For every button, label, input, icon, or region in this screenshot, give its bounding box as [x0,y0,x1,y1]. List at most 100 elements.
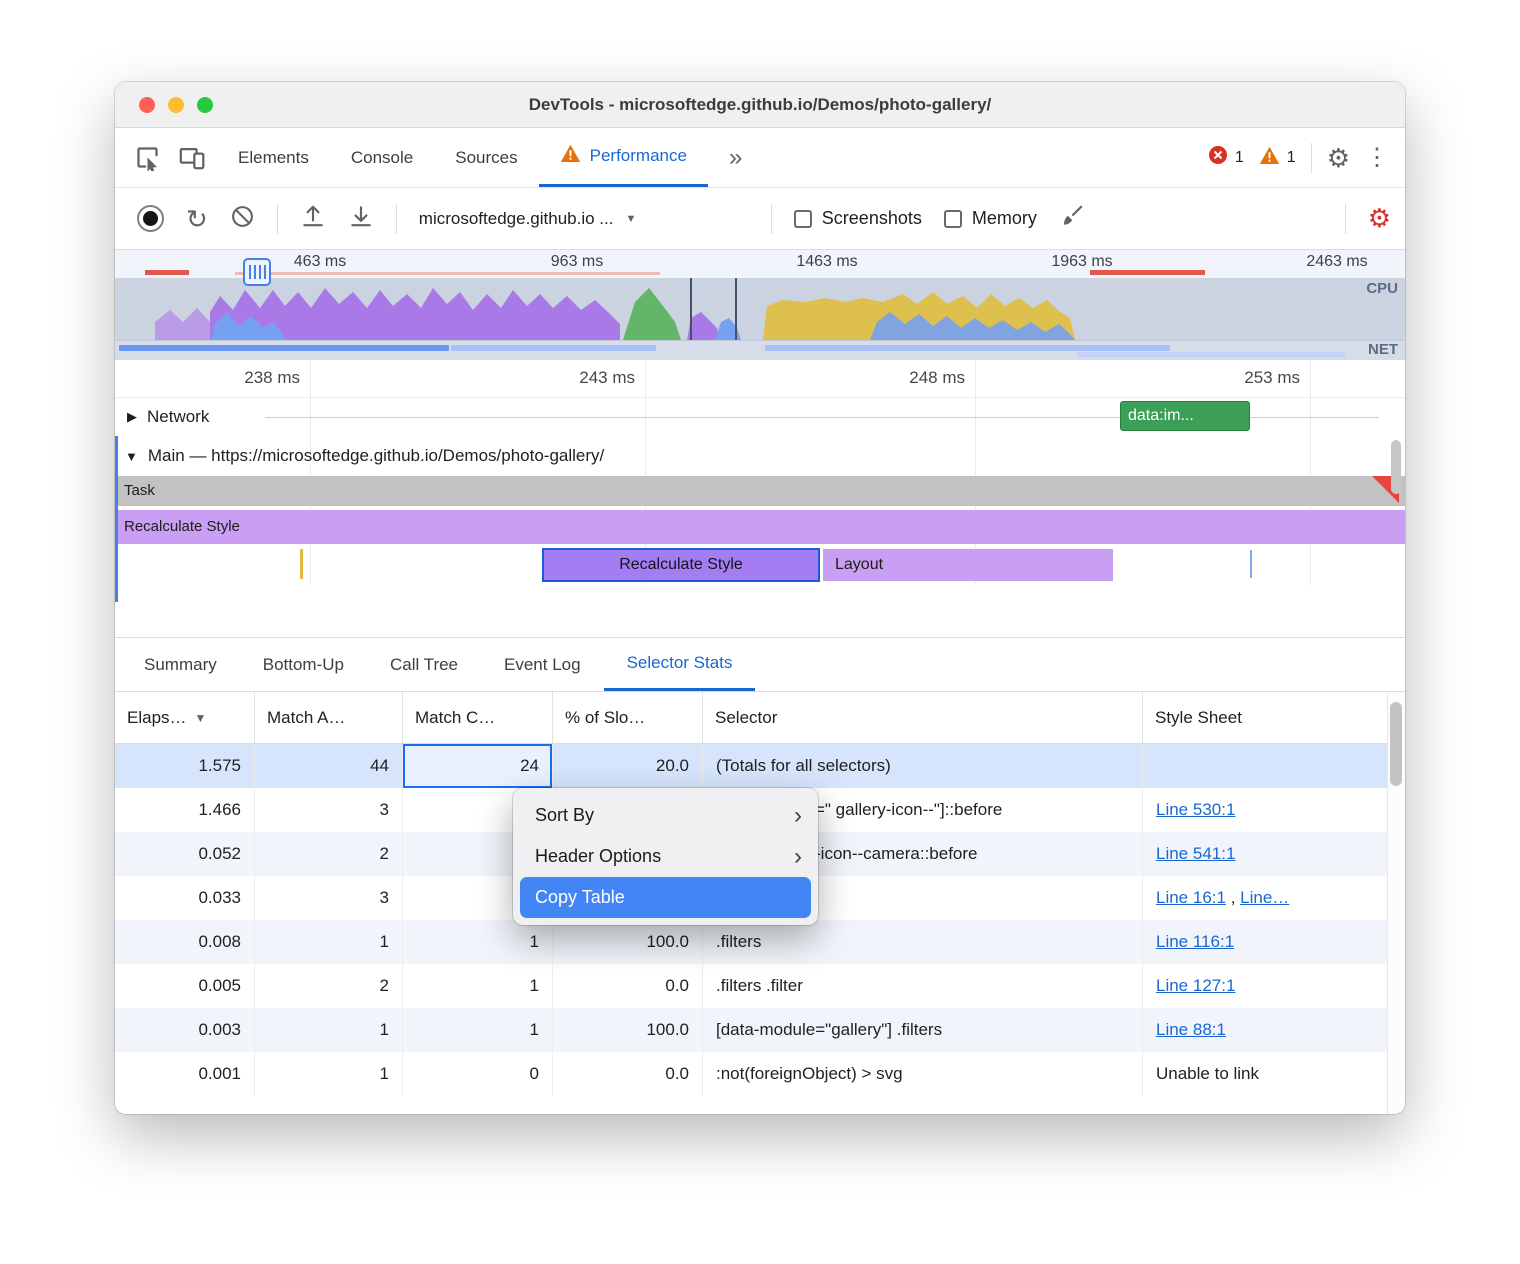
col-match-count[interactable]: Match C… [403,692,553,743]
stylesheet-link[interactable]: Line 116:1 [1156,932,1234,951]
flame-row: Recalculate Style Layout [115,548,1405,586]
load-profile-icon[interactable] [300,203,326,234]
main-track-header[interactable]: ▼ Main — https://microsoftedge.github.io… [115,436,1405,476]
error-count[interactable]: 1 [1208,145,1244,170]
table-row[interactable]: 0.008 1 1 100.0 .filters Line 116:1 [115,920,1405,964]
stylesheet-link[interactable]: Line 127:1 [1156,976,1235,995]
recalculate-style-bar[interactable]: Recalculate Style [115,510,1405,544]
tab-console[interactable]: Console [330,128,434,187]
link-separator: , [1231,888,1236,907]
minimize-window-button[interactable] [168,97,184,113]
timeline-scrollbar-thumb[interactable] [1391,440,1401,494]
warning-icon [1259,146,1280,170]
expand-arrow-icon[interactable]: ▼ [125,449,138,464]
table-row[interactable]: 0.005 2 1 0.0 .filters .filter Line 127:… [115,964,1405,1008]
tab-selector-stats[interactable]: Selector Stats [604,638,756,691]
screenshots-checkbox[interactable] [794,210,812,228]
network-request-block[interactable]: data:im... [1120,401,1250,431]
divider [277,204,278,234]
memory-checkbox[interactable] [944,210,962,228]
more-tabs-button[interactable]: » [708,128,763,187]
tab-performance[interactable]: Performance [539,128,708,187]
col-selector[interactable]: Selector [703,692,1143,743]
col-elapsed[interactable]: Elaps… ▼ [115,692,255,743]
close-window-button[interactable] [139,97,155,113]
sort-desc-icon: ▼ [195,711,207,725]
stylesheet-link[interactable]: Line 530:1 [1156,800,1235,819]
stylesheet-link[interactable]: Line 88:1 [1156,1020,1226,1039]
timeline-detail[interactable]: 238 ms 243 ms 248 ms 253 ms ▶ Network da… [115,360,1405,638]
more-tabs-chevrons-icon: » [729,146,742,170]
long-task-marker [1090,270,1205,275]
capture-settings-gear-icon[interactable]: ⚙ [1368,203,1391,234]
overview-net-track[interactable]: NET [115,340,1405,359]
divider [771,204,772,234]
table-row[interactable]: 0.001 1 0 0.0 :not(foreignObject) > svg … [115,1052,1405,1096]
cpu-track-label: CPU [1366,280,1398,297]
tab-event-log[interactable]: Event Log [481,638,604,691]
menu-item-copy-table[interactable]: Copy Table [520,877,811,918]
tab-bottom-up[interactable]: Bottom-Up [240,638,367,691]
window-boundary-line[interactable] [690,278,692,340]
menu-item-header-options[interactable]: Header Options › [513,836,818,877]
history-select[interactable]: microsoftedge.github.io ... ▼ [419,209,749,229]
stylesheet-link[interactable]: Line… [1240,888,1289,907]
focused-cell[interactable]: 24 [403,744,553,788]
selection-window-handle[interactable] [243,258,271,286]
error-icon [1208,145,1228,170]
net-activity-bar [1077,352,1345,357]
ruler-tick: 2463 ms [1289,253,1385,271]
ruler-tick: 1463 ms [779,253,875,271]
stylesheet-link[interactable]: Line 16:1 [1156,888,1226,907]
cpu-activity-chart [115,278,1405,340]
layout-event[interactable]: Layout [823,549,1113,581]
tab-elements[interactable]: Elements [217,128,330,187]
gc-broom-icon[interactable] [1059,203,1085,234]
collapse-arrow-icon[interactable]: ▶ [127,409,137,425]
inspect-element-icon[interactable] [129,140,165,176]
timeline-overview[interactable]: 463 ms 963 ms 1463 ms 1963 ms 2463 ms C [115,250,1405,360]
net-track-label: NET [1368,341,1398,358]
divider [1345,204,1346,234]
submenu-chevron-icon: › [794,845,802,869]
selected-recalculate-style-event[interactable]: Recalculate Style [542,548,820,582]
reload-and-record-icon[interactable]: ↻ [186,206,208,232]
long-task-marker [145,270,189,275]
tab-sources[interactable]: Sources [434,128,538,187]
ruler-tick: 238 ms [204,368,300,388]
settings-gear-icon[interactable]: ⚙ [1327,145,1350,171]
traffic-lights [139,97,213,113]
record-button[interactable] [143,211,158,226]
warning-count[interactable]: 1 [1259,146,1296,170]
task-bar[interactable]: Task [115,476,1405,506]
ruler-tick: 243 ms [539,368,635,388]
more-options-icon[interactable]: ⋮ [1365,146,1389,170]
overview-cpu-track[interactable]: CPU [115,278,1405,340]
network-track-header[interactable]: ▶ Network data:im... [115,398,1405,436]
detail-ruler: 238 ms 243 ms 248 ms 253 ms [115,360,1405,398]
table-row[interactable]: 1.575 44 24 20.0 (Totals for all selecto… [115,744,1405,788]
devtools-tabbar: Elements Console Sources Performance » 1 [115,128,1405,188]
net-activity-bar [451,345,656,351]
table-header: Elaps… ▼ Match A… Match C… % of Slo… Sel… [115,692,1405,744]
submenu-chevron-icon: › [794,804,802,828]
device-toolbar-icon[interactable] [173,140,209,176]
net-activity-bar [119,345,449,351]
event-tick-yellow [300,549,303,579]
table-row[interactable]: 0.003 1 1 100.0 [data-module="gallery"] … [115,1008,1405,1052]
menu-item-sort-by[interactable]: Sort By › [513,795,818,836]
tab-call-tree[interactable]: Call Tree [367,638,481,691]
zoom-window-button[interactable] [197,97,213,113]
window-boundary-line[interactable] [735,278,737,340]
stylesheet-link[interactable]: Line 541:1 [1156,844,1235,863]
clear-recordings-icon[interactable] [230,204,255,234]
col-style-sheet[interactable]: Style Sheet [1143,692,1405,743]
ruler-tick: 963 ms [529,253,625,271]
dropdown-arrow-icon: ▼ [625,213,636,225]
col-pct-slow[interactable]: % of Slo… [553,692,703,743]
tab-summary[interactable]: Summary [121,638,240,691]
bottom-pane-tabbar: Summary Bottom-Up Call Tree Event Log Se… [115,638,1405,692]
save-profile-icon[interactable] [348,203,374,234]
table-scrollbar-thumb[interactable] [1390,702,1402,786]
col-match-attempts[interactable]: Match A… [255,692,403,743]
